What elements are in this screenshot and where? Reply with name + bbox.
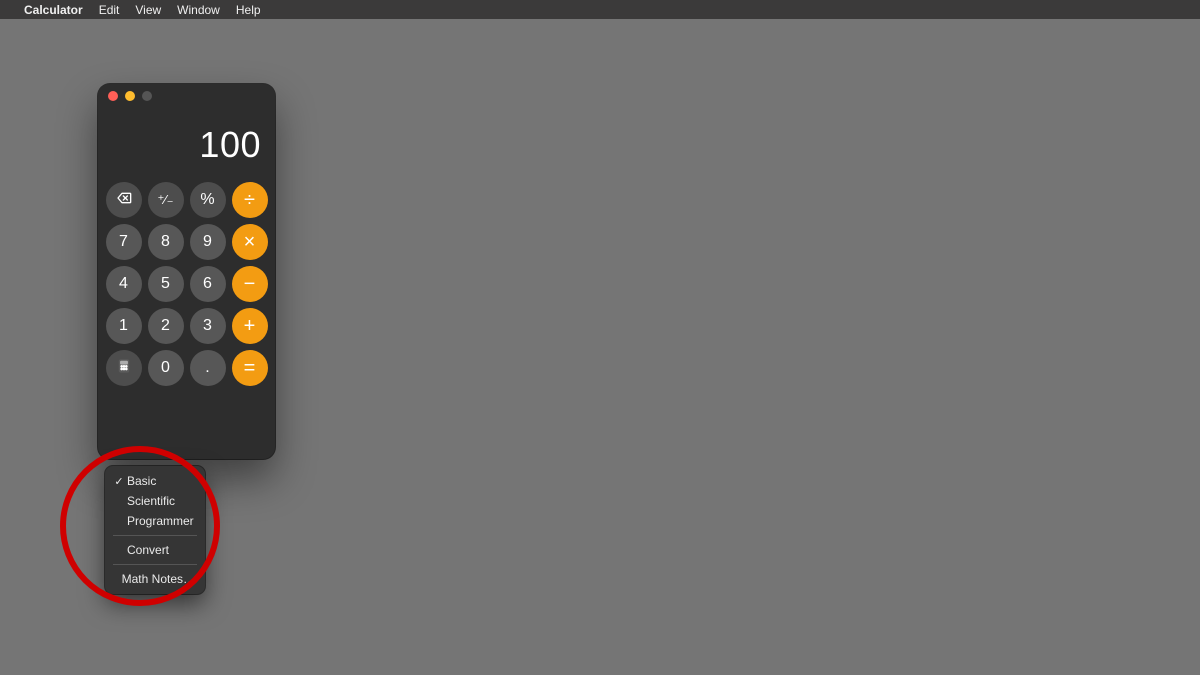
- menubar-help[interactable]: Help: [236, 3, 261, 17]
- equals-icon: =: [244, 357, 256, 380]
- digit-4-key[interactable]: 4: [106, 266, 142, 302]
- menu-label: Convert: [127, 543, 169, 557]
- menubar-edit[interactable]: Edit: [99, 3, 120, 17]
- minus-key[interactable]: −: [232, 266, 268, 302]
- calculator-mode-icon: [116, 358, 132, 379]
- macos-menu-bar: Calculator Edit View Window Help: [0, 0, 1200, 19]
- digit-2-key[interactable]: 2: [148, 308, 184, 344]
- plus-icon: +: [244, 315, 256, 338]
- digit-label: 8: [161, 233, 170, 251]
- menubar-window[interactable]: Window: [177, 3, 220, 17]
- calculator-keypad: ⁺∕₋ % ÷ 7 8 9 × 4 5 6 − 1 2 3 +: [98, 172, 275, 398]
- menu-separator: [113, 564, 197, 565]
- plus-minus-icon: ⁺∕₋: [158, 192, 174, 208]
- mode-menu-math-notes[interactable]: Math Notes…: [105, 569, 205, 589]
- minimize-window-button[interactable]: [125, 91, 135, 101]
- menubar-view[interactable]: View: [135, 3, 161, 17]
- multiply-key[interactable]: ×: [232, 224, 268, 260]
- digit-0-key[interactable]: 0: [148, 350, 184, 386]
- digit-label: 5: [161, 275, 170, 293]
- plus-minus-key[interactable]: ⁺∕₋: [148, 182, 184, 218]
- mode-menu-scientific[interactable]: Scientific: [105, 491, 205, 511]
- minus-icon: −: [244, 273, 256, 296]
- menu-separator: [113, 535, 197, 536]
- digit-8-key[interactable]: 8: [148, 224, 184, 260]
- maximize-window-button[interactable]: [142, 91, 152, 101]
- percent-label: %: [200, 191, 214, 209]
- mode-menu-convert[interactable]: Convert: [105, 540, 205, 560]
- digit-label: 4: [119, 275, 128, 293]
- calculator-mode-menu: ✓ Basic Scientific Programmer Convert Ma…: [105, 466, 205, 594]
- mode-menu-programmer[interactable]: Programmer: [105, 511, 205, 531]
- divide-icon: ÷: [244, 189, 255, 212]
- digit-label: 7: [119, 233, 128, 251]
- menu-label: Math Notes…: [122, 572, 195, 586]
- checkmark-icon: ✓: [113, 475, 125, 488]
- digit-6-key[interactable]: 6: [190, 266, 226, 302]
- delete-icon: [116, 190, 132, 211]
- digit-label: 1: [119, 317, 128, 335]
- close-window-button[interactable]: [108, 91, 118, 101]
- plus-key[interactable]: +: [232, 308, 268, 344]
- digit-7-key[interactable]: 7: [106, 224, 142, 260]
- digit-1-key[interactable]: 1: [106, 308, 142, 344]
- calculator-mode-key[interactable]: [106, 350, 142, 386]
- window-titlebar: [98, 84, 275, 108]
- divide-key[interactable]: ÷: [232, 182, 268, 218]
- delete-key[interactable]: [106, 182, 142, 218]
- menubar-app-name[interactable]: Calculator: [24, 3, 83, 17]
- decimal-key[interactable]: .: [190, 350, 226, 386]
- digit-label: 6: [203, 275, 212, 293]
- percent-key[interactable]: %: [190, 182, 226, 218]
- equals-key[interactable]: =: [232, 350, 268, 386]
- digit-9-key[interactable]: 9: [190, 224, 226, 260]
- digit-label: 9: [203, 233, 212, 251]
- digit-label: 0: [161, 359, 170, 377]
- digit-5-key[interactable]: 5: [148, 266, 184, 302]
- decimal-label: .: [205, 359, 209, 377]
- menu-label: Scientific: [127, 494, 175, 508]
- menu-label: Programmer: [127, 514, 194, 528]
- digit-label: 2: [161, 317, 170, 335]
- calculator-window: 100 ⁺∕₋ % ÷ 7 8 9 × 4 5 6 − 1 2 3 +: [98, 84, 275, 459]
- menu-label: Basic: [127, 474, 156, 488]
- multiply-icon: ×: [244, 231, 256, 254]
- digit-label: 3: [203, 317, 212, 335]
- calculator-display: 100: [98, 108, 275, 172]
- digit-3-key[interactable]: 3: [190, 308, 226, 344]
- mode-menu-basic[interactable]: ✓ Basic: [105, 471, 205, 491]
